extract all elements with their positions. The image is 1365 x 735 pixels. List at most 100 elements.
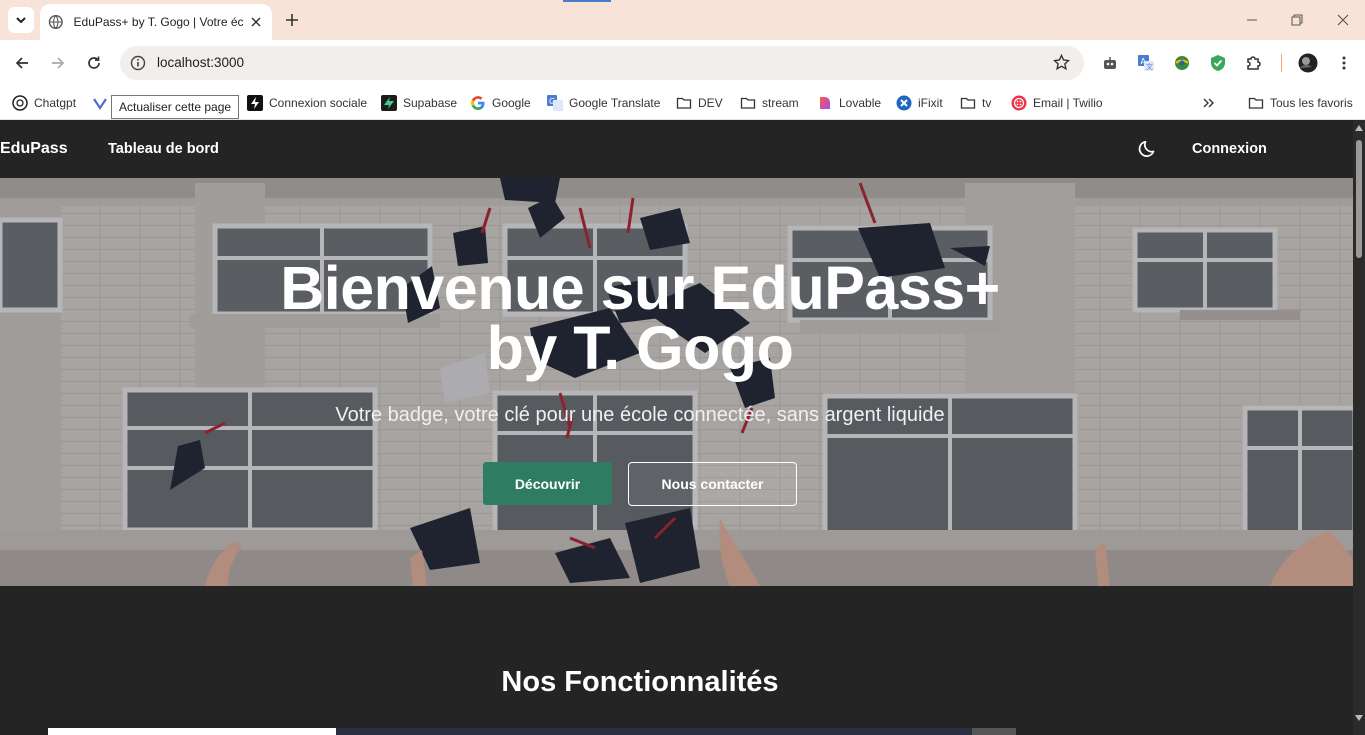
restore-icon	[1291, 14, 1303, 26]
site-info-button[interactable]	[128, 53, 148, 73]
bookmark-label: tv	[982, 96, 992, 110]
url-text: localhost:3000	[157, 55, 245, 70]
nav-link-login[interactable]: Connexion	[1192, 141, 1267, 157]
ifixit-icon	[896, 95, 912, 111]
shield-icon	[1211, 55, 1225, 71]
avatar-icon	[1298, 53, 1318, 73]
bookmark-folder-dev[interactable]: DEV	[676, 93, 723, 113]
hero-section: Bienvenue sur EduPass+ by T. Gogo Votre …	[0, 178, 1353, 586]
scroll-thumb[interactable]	[1356, 140, 1362, 258]
hero-subtitle: Votre badge, votre clé pour une école co…	[335, 404, 945, 426]
extensions-button[interactable]	[1244, 53, 1264, 73]
scroll-up-arrow[interactable]	[1355, 124, 1363, 132]
moon-icon	[1138, 140, 1155, 157]
site-brand-logo[interactable]: EduPass	[0, 140, 68, 158]
extension-translate[interactable]: A文	[1136, 53, 1156, 73]
browser-toolbar: localhost:3000 A文	[0, 40, 1365, 86]
feature-card-peek	[48, 728, 336, 735]
browser-tabstrip: EduPass+ by T. Gogo | Votre éc	[0, 0, 1365, 40]
chevrons-right-icon	[1200, 95, 1216, 111]
bookmark-folder-tv[interactable]: tv	[960, 93, 991, 113]
all-bookmarks-folder[interactable]: Tous les favoris	[1248, 93, 1353, 113]
bookmark-label: Email | Twilio	[1033, 96, 1103, 110]
globe-icon	[48, 15, 63, 29]
bookmark-lovable[interactable]: Lovable	[817, 93, 881, 113]
bookmark-label: iFixit	[918, 96, 943, 110]
close-icon	[1337, 14, 1349, 26]
supabase-icon	[381, 95, 397, 111]
close-tab-button[interactable]	[248, 14, 264, 30]
nav-link-dashboard[interactable]: Tableau de bord	[108, 141, 219, 157]
address-bar[interactable]: localhost:3000	[120, 46, 1084, 80]
extension-robot[interactable]	[1100, 53, 1120, 73]
plus-icon	[286, 14, 298, 26]
bookmark-label: Google	[492, 96, 531, 110]
more-vertical-icon	[1342, 56, 1346, 70]
bookmark-google-translate[interactable]: G Google Translate	[547, 93, 660, 113]
bookmark-label: Connexion sociale	[269, 96, 368, 110]
bookmark-label: Lovable	[839, 96, 882, 110]
bookmark-star-button[interactable]	[1052, 53, 1071, 76]
page-scrollbar[interactable]	[1353, 120, 1365, 735]
bookmark-label: Chatgpt	[34, 96, 77, 110]
profile-avatar-button[interactable]	[1298, 53, 1318, 73]
bookmark-twilio[interactable]: Email | Twilio	[1011, 93, 1103, 113]
back-button[interactable]	[9, 50, 35, 76]
bookmark-google[interactable]: Google	[470, 93, 531, 113]
close-icon	[251, 17, 261, 27]
scroll-down-arrow[interactable]	[1355, 714, 1363, 722]
extension-shield[interactable]	[1208, 53, 1228, 73]
bookmark-label: Supabase	[403, 96, 458, 110]
bookmark-ifixit[interactable]: iFixit	[896, 93, 943, 113]
tab-search-button[interactable]	[8, 7, 34, 33]
bookmark-chatgpt[interactable]: Chatgpt	[12, 93, 76, 113]
bookmark-label: Google Translate	[569, 96, 661, 110]
translate-icon: G	[547, 95, 563, 111]
close-window-button[interactable]	[1333, 10, 1353, 30]
extension-globe[interactable]	[1172, 53, 1192, 73]
restore-button[interactable]	[1287, 10, 1307, 30]
bolt-icon	[247, 95, 263, 111]
folder-icon	[676, 95, 692, 111]
minimize-icon	[1247, 19, 1257, 21]
tab-title: EduPass+ by T. Gogo | Votre éc	[73, 15, 244, 29]
bookmark-label: stream	[762, 96, 799, 110]
reload-button[interactable]	[81, 50, 107, 76]
hero-title-line-1: Bienvenue sur EduPass+	[280, 254, 1000, 322]
bookmark-supabase[interactable]: Supabase	[381, 93, 457, 113]
minimize-button[interactable]	[1242, 10, 1262, 30]
triangle-up-icon	[1355, 125, 1363, 131]
bookmark-app-icon	[92, 95, 108, 111]
puzzle-icon	[1247, 56, 1261, 70]
folder-icon	[740, 95, 756, 111]
robot-icon	[1104, 57, 1116, 69]
forward-button[interactable]	[45, 50, 71, 76]
new-tab-button[interactable]	[282, 10, 302, 30]
translate-icon: A文	[1138, 55, 1154, 71]
contact-button[interactable]: Nous contacter	[628, 462, 797, 506]
theme-toggle-button[interactable]	[1138, 139, 1158, 159]
triangle-down-icon	[1355, 715, 1363, 721]
lovable-icon	[817, 95, 833, 111]
chevron-down-icon	[16, 17, 26, 24]
reload-tooltip: Actualiser cette page	[111, 95, 240, 119]
globe-extension-icon	[1175, 56, 1189, 70]
google-icon	[470, 95, 486, 111]
hero-dark-overlay	[0, 178, 1353, 586]
info-icon	[130, 55, 146, 71]
arrow-right-icon	[52, 57, 65, 69]
browser-tab-active[interactable]: EduPass+ by T. Gogo | Votre éc	[40, 4, 272, 40]
bookmark-folder-stream[interactable]: stream	[740, 93, 799, 113]
folder-icon	[1248, 95, 1264, 111]
bookmark-label: DEV	[698, 96, 723, 110]
arrow-left-icon	[15, 57, 28, 69]
discover-button[interactable]: Découvrir	[483, 462, 612, 505]
tab-group-indicator	[563, 0, 611, 2]
toolbar-separator	[1281, 54, 1282, 72]
hero-title-line-2: by T. Gogo	[486, 314, 794, 382]
bookmark-connexion-sociale[interactable]: Connexion sociale	[247, 93, 367, 113]
bookmarks-overflow-button[interactable]	[1200, 93, 1222, 113]
svg-text:文: 文	[1146, 62, 1153, 71]
browser-menu-button[interactable]	[1334, 53, 1354, 73]
features-section-title: Nos Fonctionnalités	[501, 666, 779, 698]
